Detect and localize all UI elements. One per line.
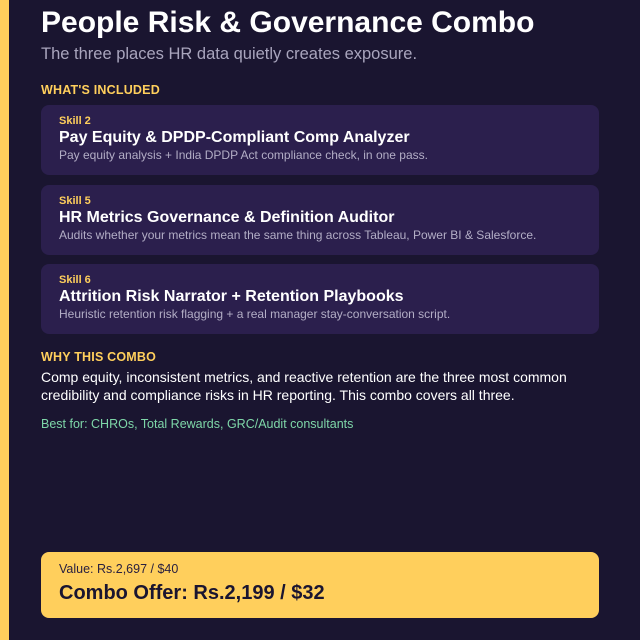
skill-description: Audits whether your metrics mean the sam…: [59, 228, 537, 242]
skill-tag: Skill 5: [59, 195, 91, 207]
skill-card-5: Skill 5 HR Metrics Governance & Definiti…: [41, 185, 599, 255]
skill-card-6: Skill 6 Attrition Risk Narrator + Retent…: [41, 264, 599, 334]
skill-tag: Skill 2: [59, 115, 91, 127]
skill-tag: Skill 6: [59, 274, 91, 286]
skill-title: Attrition Risk Narrator + Retention Play…: [59, 288, 404, 305]
combo-offer-box: Value: Rs.2,697 / $40 Combo Offer: Rs.2,…: [41, 552, 599, 618]
left-accent-bar: [0, 0, 9, 640]
section-heading-why: WHY THIS COMBO: [41, 350, 157, 364]
why-description: Comp equity, inconsistent metrics, and r…: [41, 369, 567, 403]
skill-description: Heuristic retention risk flagging + a re…: [59, 307, 451, 321]
skill-description: Pay equity analysis + India DPDP Act com…: [59, 148, 428, 162]
page-title: People Risk & Governance Combo: [41, 6, 535, 39]
offer-value: Value: Rs.2,697 / $40: [59, 562, 179, 576]
best-for-text: Best for: CHROs, Total Rewards, GRC/Audi…: [41, 417, 354, 431]
page-subtitle: The three places HR data quietly creates…: [41, 45, 418, 63]
skill-card-2: Skill 2 Pay Equity & DPDP-Compliant Comp…: [41, 105, 599, 175]
section-heading-included: WHAT'S INCLUDED: [41, 83, 160, 97]
skill-title: HR Metrics Governance & Definition Audit…: [59, 209, 395, 226]
skill-title: Pay Equity & DPDP-Compliant Comp Analyze…: [59, 129, 410, 146]
offer-price: Combo Offer: Rs.2,199 / $32: [59, 582, 325, 604]
